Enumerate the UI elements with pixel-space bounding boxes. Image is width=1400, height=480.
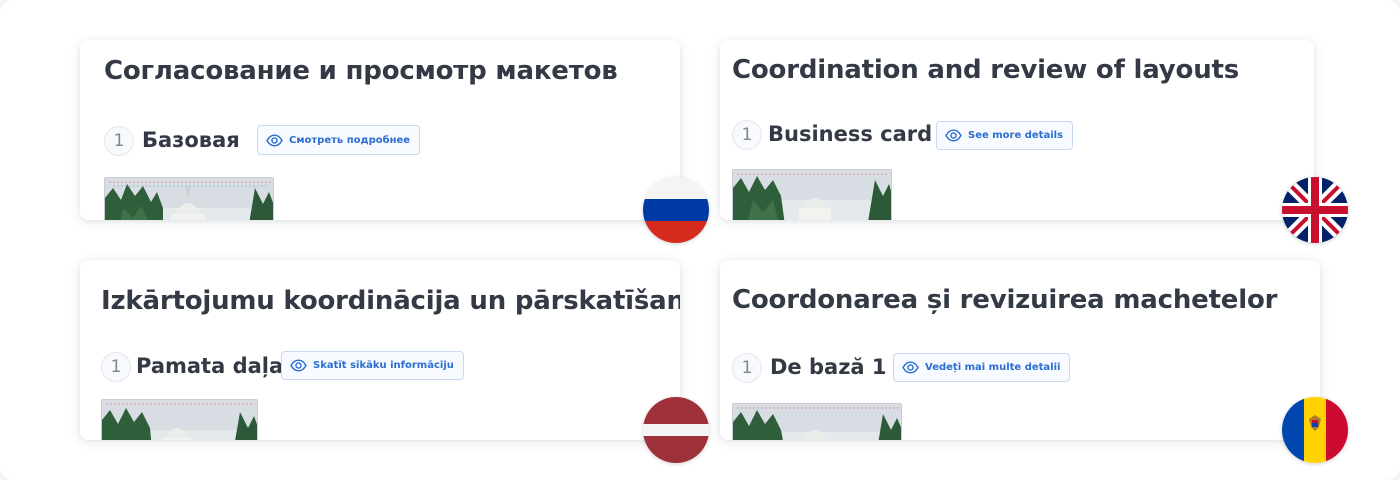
eye-icon	[945, 129, 962, 142]
see-details-button[interactable]: See more details	[936, 121, 1074, 150]
card-title: Coordonarea și revizuirea machetelor	[732, 285, 1278, 315]
layout-card-lv: Izkārtojumu koordinācija un pārskatīšana…	[80, 260, 680, 440]
step-number: 1	[732, 120, 762, 150]
russia-flag-icon	[643, 177, 709, 243]
screenshot-frame: Согласование и просмотр макетов 1 Базова…	[0, 0, 1400, 480]
see-details-label: Смотреть подробнее	[289, 134, 411, 146]
step-label: Business card	[768, 122, 933, 146]
latvia-flag-icon	[643, 397, 709, 463]
moldova-flag-icon	[1282, 397, 1348, 463]
see-details-label: Skatīt sīkāku informāciju	[313, 360, 454, 371]
layout-card-ru: Согласование и просмотр макетов 1 Базова…	[80, 40, 680, 220]
step-number: 1	[104, 126, 134, 156]
step-number: 1	[101, 352, 131, 382]
card-title: Izkārtojumu koordinācija un pārskatīšana	[101, 286, 680, 316]
layout-card-ro: Coordonarea și revizuirea machetelor 1 D…	[720, 260, 1320, 440]
layout-thumbnail[interactable]	[104, 177, 274, 220]
see-details-button[interactable]: Vedeți mai multe detalii	[893, 353, 1071, 382]
step-label: Базовая	[142, 128, 240, 152]
layout-thumbnail[interactable]	[732, 169, 892, 220]
step-label: De bază 1	[770, 355, 887, 379]
eye-icon	[266, 133, 283, 147]
layout-thumbnail[interactable]	[732, 403, 902, 440]
see-details-button[interactable]: Skatīt sīkāku informāciju	[281, 351, 464, 380]
see-details-button[interactable]: Смотреть подробнее	[257, 125, 421, 155]
layout-thumbnail[interactable]	[101, 399, 258, 440]
layout-card-en: Coordination and review of layouts 1 Bus…	[720, 40, 1314, 220]
eye-icon	[290, 359, 307, 372]
card-title: Coordination and review of layouts	[732, 55, 1240, 85]
uk-flag-icon	[1282, 177, 1348, 243]
see-details-label: Vedeți mai multe detalii	[925, 362, 1061, 373]
step-label: Pamata daļa	[136, 354, 284, 378]
step-number: 1	[732, 353, 762, 383]
see-details-label: See more details	[968, 130, 1064, 141]
card-title: Согласование и просмотр макетов	[104, 56, 618, 86]
eye-icon	[902, 361, 919, 374]
